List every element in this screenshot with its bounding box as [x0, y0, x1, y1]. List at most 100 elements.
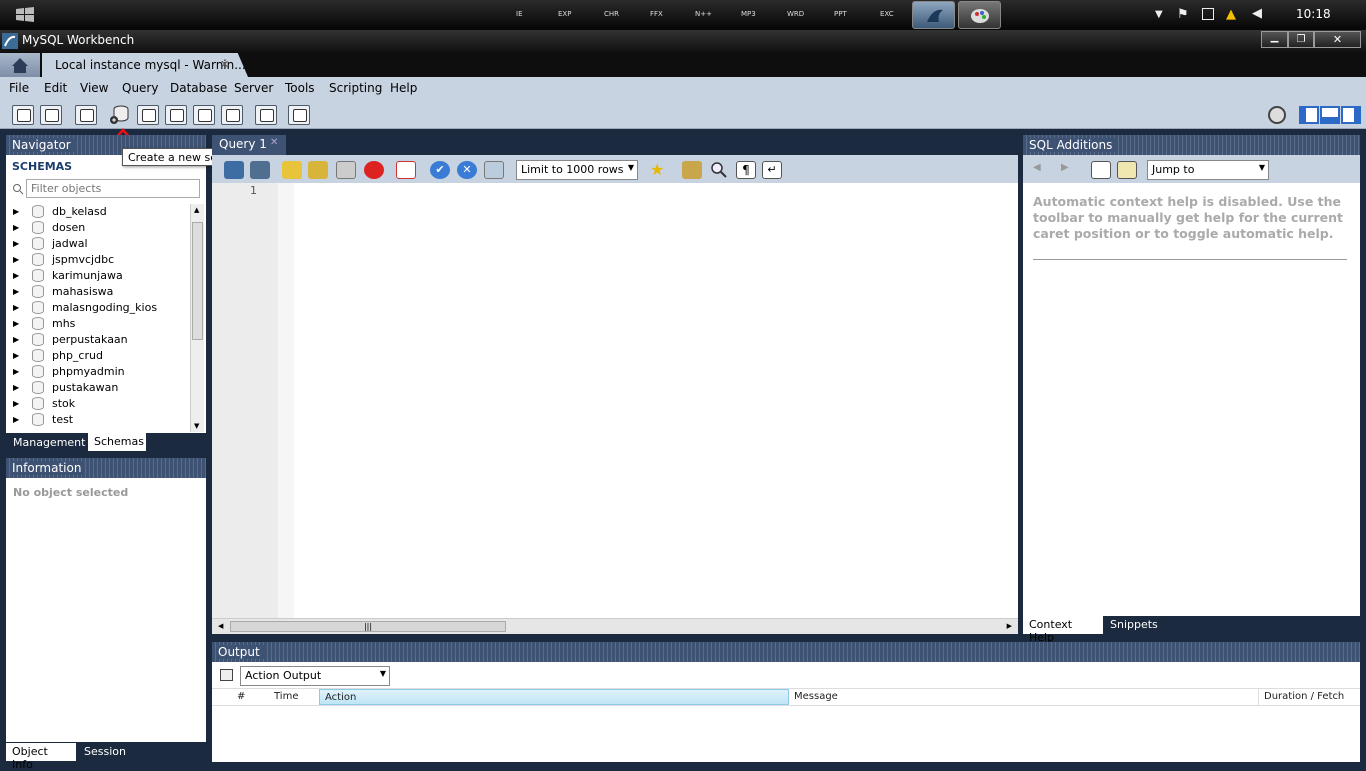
taskbar-paint[interactable] — [958, 1, 1001, 29]
tab-schemas[interactable]: Schemas — [88, 433, 146, 451]
expand-arrow-icon[interactable]: ▶ — [13, 383, 19, 392]
create-table-icon[interactable] — [137, 105, 159, 125]
toggle-error-continue-icon[interactable] — [396, 161, 416, 179]
jump-to-select[interactable]: Jump to ▼ — [1147, 160, 1269, 180]
tab-management[interactable]: Management — [7, 434, 91, 452]
open-sql-script-icon[interactable] — [40, 105, 62, 125]
autocommit-icon[interactable] — [484, 161, 504, 179]
tab-object-info[interactable]: Object Info — [6, 743, 76, 771]
schema-item[interactable]: ▶ phpmyadmin — [6, 364, 190, 380]
expand-arrow-icon[interactable]: ▶ — [13, 287, 19, 296]
close-button[interactable]: ✕ — [1314, 31, 1361, 48]
execute-icon[interactable] — [282, 161, 302, 179]
minimize-button[interactable]: ▁ — [1261, 31, 1288, 48]
stop-icon[interactable] — [364, 161, 384, 179]
auto-help-icon[interactable] — [1117, 161, 1137, 179]
show-hidden-icons-arrow[interactable]: ▼ — [1155, 9, 1163, 20]
expand-arrow-icon[interactable]: ▶ — [13, 415, 19, 424]
schema-tree-scrollbar[interactable]: ▲ ▼ — [190, 204, 204, 432]
quicklaunch-excel[interactable]: EXC — [880, 10, 894, 18]
create-function-icon[interactable] — [221, 105, 243, 125]
schema-item[interactable]: ▶ jspmvcjdbc — [6, 252, 190, 268]
back-arrow-icon[interactable]: ◀ — [1033, 162, 1041, 173]
maximize-button[interactable]: ❐ — [1288, 31, 1314, 48]
expand-arrow-icon[interactable]: ▶ — [13, 207, 19, 216]
quicklaunch-explorer[interactable]: EXP — [558, 10, 571, 18]
schema-item[interactable]: ▶ malasngoding_kios — [6, 300, 190, 316]
expand-arrow-icon[interactable]: ▶ — [13, 351, 19, 360]
schema-item[interactable]: ▶ pustakawan — [6, 380, 190, 396]
invisible-characters-icon[interactable]: ¶ — [736, 161, 756, 179]
column-message[interactable]: Message — [789, 689, 1257, 705]
toggle-secondary-sidebar-icon[interactable] — [1341, 106, 1361, 124]
execute-current-icon[interactable] — [308, 161, 328, 179]
device-icon[interactable] — [1202, 8, 1214, 20]
schema-item[interactable]: ▶ jadwal — [6, 236, 190, 252]
create-schema-icon[interactable] — [108, 104, 132, 126]
sql-editor[interactable]: 1 — [212, 183, 1018, 618]
network-warning-icon[interactable]: ▲ — [1226, 7, 1236, 22]
quicklaunch-ie[interactable]: IE — [516, 10, 523, 18]
reconnect-icon[interactable] — [288, 105, 310, 125]
toggle-sidebar-icon[interactable] — [1299, 106, 1319, 124]
volume-icon[interactable]: ◀ — [1252, 6, 1262, 21]
schema-item[interactable]: ▶ dosen — [6, 220, 190, 236]
quicklaunch-firefox[interactable]: FFX — [650, 10, 663, 18]
tab-snippets[interactable]: Snippets — [1104, 616, 1164, 634]
menu-scripting[interactable]: Scripting — [329, 81, 382, 95]
object-inspector-icon[interactable] — [75, 105, 97, 125]
schema-item[interactable]: ▶ db_kelasd — [6, 204, 190, 220]
save-icon[interactable] — [250, 161, 270, 179]
schema-item[interactable]: ▶ mhs — [6, 316, 190, 332]
schema-item[interactable]: ▶ test — [6, 412, 190, 428]
quicklaunch-notepadpp[interactable]: N++ — [695, 10, 712, 18]
wrap-lines-icon[interactable]: ↵ — [762, 161, 782, 179]
expand-arrow-icon[interactable]: ▶ — [13, 319, 19, 328]
connection-tab[interactable]: Local instance mysql - Warnin... ✕ — [42, 53, 248, 77]
tab-context-help[interactable]: Context Help — [1023, 616, 1103, 644]
expand-arrow-icon[interactable]: ▶ — [13, 271, 19, 280]
beautify-icon[interactable] — [682, 161, 702, 179]
quicklaunch-mp3[interactable]: MP3 — [741, 10, 756, 18]
expand-arrow-icon[interactable]: ▶ — [13, 303, 19, 312]
menu-query[interactable]: Query — [122, 81, 158, 95]
menu-file[interactable]: File — [9, 81, 29, 95]
clock[interactable]: 10:18 — [1296, 7, 1331, 21]
copy-output-icon[interactable] — [220, 669, 233, 681]
commit-icon[interactable]: ✔ — [430, 161, 450, 179]
expand-arrow-icon[interactable]: ▶ — [13, 239, 19, 248]
expand-arrow-icon[interactable]: ▶ — [13, 367, 19, 376]
menu-tools[interactable]: Tools — [285, 81, 315, 95]
schema-item[interactable]: ▶ perpustakaan — [6, 332, 190, 348]
explain-icon[interactable] — [336, 161, 356, 179]
menu-help[interactable]: Help — [390, 81, 417, 95]
rollback-icon[interactable]: ✕ — [457, 161, 477, 179]
column-time[interactable]: Time — [269, 689, 319, 705]
expand-arrow-icon[interactable]: ▶ — [13, 399, 19, 408]
schema-item[interactable]: ▶ karimunjawa — [6, 268, 190, 284]
menu-server[interactable]: Server — [234, 81, 273, 95]
tab-session[interactable]: Session — [78, 743, 132, 761]
open-file-icon[interactable] — [224, 161, 244, 179]
column-duration-fetch[interactable]: Duration / Fetch — [1258, 689, 1358, 705]
taskbar-mysql-workbench[interactable] — [912, 1, 955, 29]
limit-rows-select[interactable]: Limit to 1000 rows ▼ — [516, 160, 638, 180]
schema-item[interactable]: ▶ php_crud — [6, 348, 190, 364]
settings-gear-icon[interactable] — [1268, 106, 1286, 124]
forward-arrow-icon[interactable]: ▶ — [1061, 162, 1069, 173]
create-view-icon[interactable] — [165, 105, 187, 125]
connection-tab-close-icon[interactable]: ✕ — [220, 58, 229, 71]
filter-objects-input[interactable] — [26, 179, 200, 198]
schema-item[interactable]: ▶ mahasiswa — [6, 284, 190, 300]
find-icon[interactable] — [710, 161, 728, 179]
quicklaunch-powerpoint[interactable]: PPT — [834, 10, 847, 18]
home-button[interactable] — [0, 53, 40, 77]
query-tab[interactable]: Query 1 ✕ — [212, 135, 286, 155]
action-center-flag-icon[interactable]: ⚑ — [1177, 7, 1189, 22]
output-mode-select[interactable]: Action Output ▼ — [240, 666, 390, 686]
column-number[interactable]: # — [232, 689, 268, 705]
quicklaunch-chrome[interactable]: CHR — [604, 10, 619, 18]
menu-edit[interactable]: Edit — [44, 81, 67, 95]
toggle-output-icon[interactable] — [1320, 106, 1340, 124]
editor-horizontal-scrollbar[interactable]: ◀ ||| ▶ — [212, 618, 1018, 634]
